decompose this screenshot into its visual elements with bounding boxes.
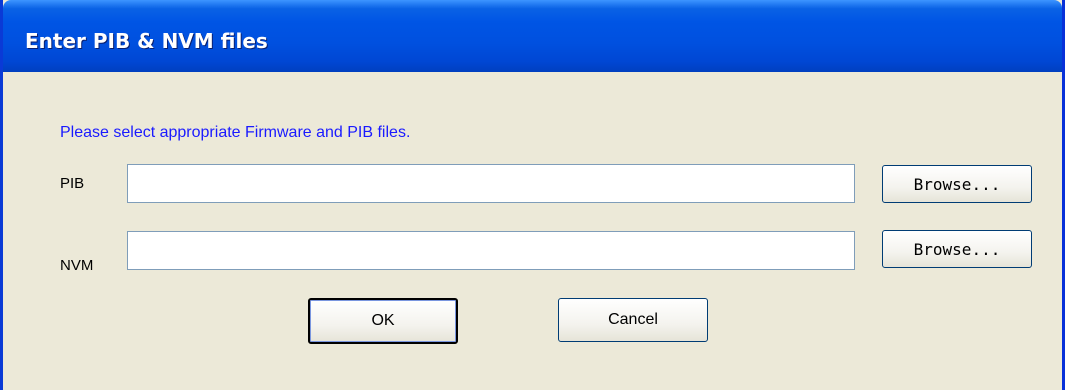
window-title: Enter PIB & NVM files <box>25 29 268 53</box>
instruction-text: Please select appropriate Firmware and P… <box>60 124 411 141</box>
pib-browse-button[interactable]: Browse... <box>882 165 1032 203</box>
cancel-button[interactable]: Cancel <box>558 298 708 342</box>
ok-button[interactable]: OK <box>308 298 458 344</box>
dialog-client-area: Please select appropriate Firmware and P… <box>13 72 1062 390</box>
nvm-browse-button[interactable]: Browse... <box>882 230 1032 268</box>
pib-file-field[interactable] <box>127 164 855 203</box>
pib-label: PIB <box>60 175 85 192</box>
nvm-label: NVM <box>60 257 94 274</box>
nvm-file-field[interactable] <box>127 231 855 270</box>
dialog-window: Enter PIB & NVM files Please select appr… <box>0 0 1065 390</box>
title-bar[interactable]: Enter PIB & NVM files <box>3 0 1062 72</box>
